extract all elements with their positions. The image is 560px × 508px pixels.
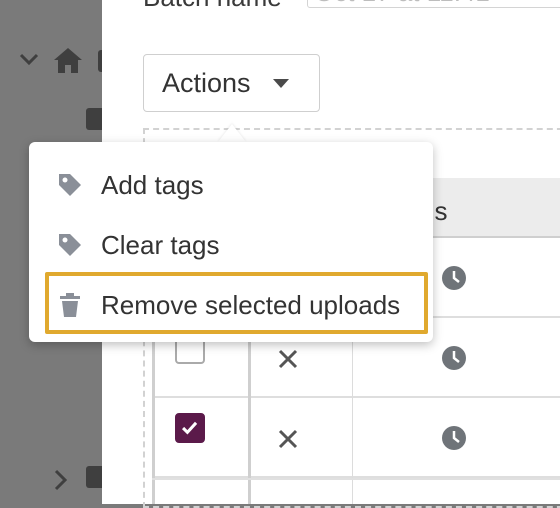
chevron-down-icon	[19, 53, 39, 66]
caret-down-icon	[272, 78, 289, 88]
actions-dropdown-button[interactable]: Actions	[143, 54, 320, 112]
batch-name-input[interactable]: Oct 17 at 11:41	[307, 0, 560, 8]
menu-item-label: Clear tags	[101, 229, 220, 260]
home-icon	[54, 48, 82, 73]
actions-label: Actions	[162, 67, 251, 98]
clock-icon	[442, 346, 466, 370]
row-checkbox-checked[interactable]	[175, 413, 205, 443]
batch-name-label: Batch name	[143, 0, 282, 13]
menu-item-label: Add tags	[101, 169, 204, 200]
chevron-right-icon	[54, 469, 68, 491]
remove-icon[interactable]	[277, 428, 299, 450]
menu-item-add-tags[interactable]: Add tags	[29, 155, 433, 215]
clock-icon	[442, 426, 466, 450]
menu-item-clear-tags[interactable]: Clear tags	[29, 215, 433, 275]
tag-icon	[59, 234, 81, 256]
check-icon	[181, 421, 198, 435]
tag-icon	[59, 174, 81, 196]
remove-icon[interactable]	[277, 348, 299, 370]
table-footer	[152, 478, 560, 506]
menu-pointer	[218, 124, 246, 142]
clock-icon	[442, 266, 466, 290]
highlight-box	[45, 272, 428, 334]
table-row	[152, 398, 560, 478]
